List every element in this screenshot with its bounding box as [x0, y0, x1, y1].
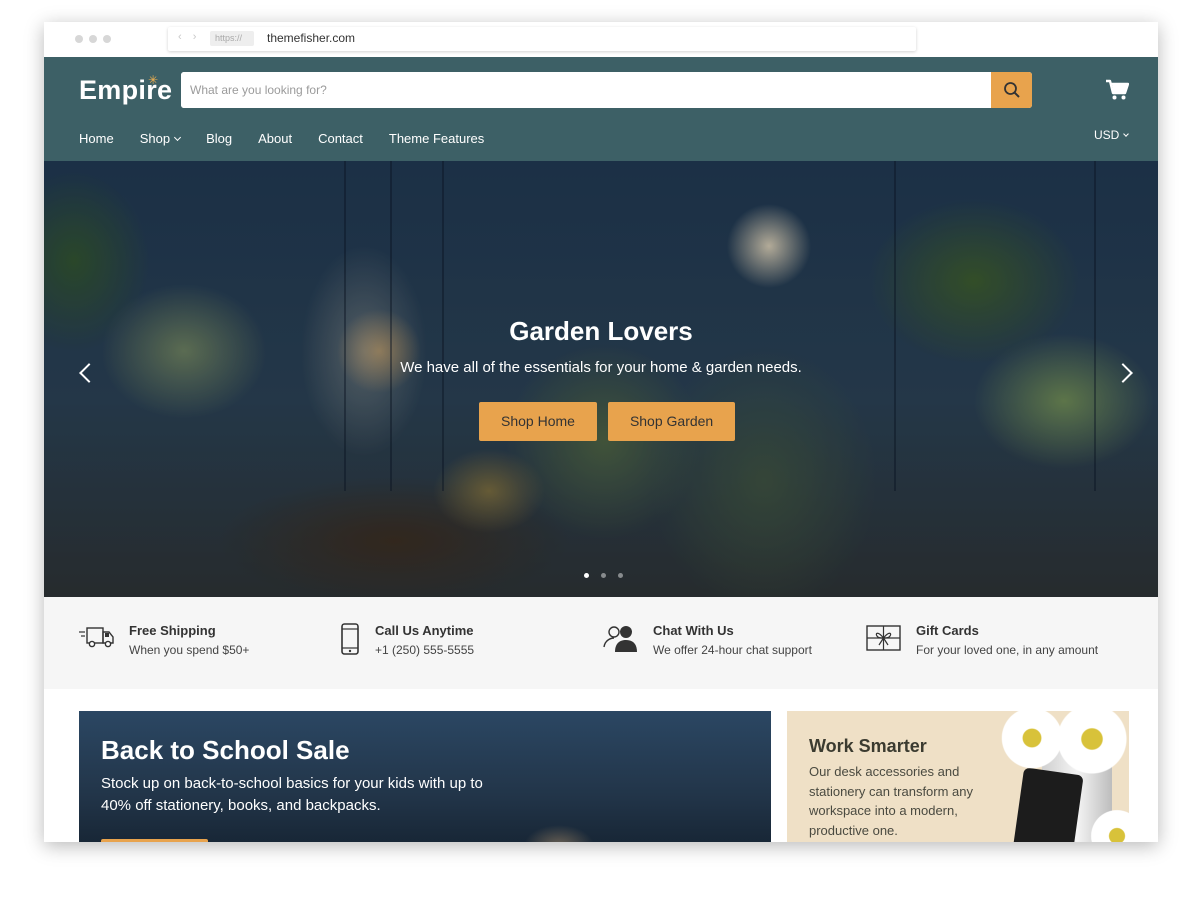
nav-theme-features[interactable]: Theme Features — [389, 131, 484, 146]
nav-blog[interactable]: Blog — [206, 131, 232, 146]
chevron-down-icon — [174, 133, 182, 141]
hero-buttons: Shop Home Shop Garden — [479, 402, 736, 441]
phone-image — [1010, 767, 1084, 842]
feature-gift-cards: Gift Cards For your loved one, in any am… — [866, 623, 1098, 663]
feature-title: Free Shipping — [129, 623, 216, 638]
nav-shop-label: Shop — [139, 131, 171, 146]
feature-call-us: Call Us Anytime +1 (250) 555-5555 — [340, 623, 474, 663]
promo-text: Our desk accessories and stationery can … — [809, 764, 974, 838]
feature-title: Chat With Us — [653, 623, 734, 638]
site-logo[interactable]: Empire — [79, 75, 172, 106]
promo-back-to-school[interactable]: Back to School Sale Stock up on back-to-… — [79, 711, 771, 842]
gift-icon — [866, 623, 906, 663]
nav-shop[interactable]: Shop — [139, 131, 182, 146]
feature-subtitle: For your loved one, in any amount — [916, 643, 1099, 657]
feature-subtitle: We offer 24-hour chat support — [653, 643, 812, 657]
back-forward-icon[interactable]: ‹ › — [178, 31, 200, 43]
currency-selector[interactable]: USD — [1094, 128, 1130, 142]
slider-dot[interactable] — [601, 573, 606, 578]
feature-title: Call Us Anytime — [375, 623, 474, 638]
features-strip: Free Shipping When you spend $50+ Call U… — [44, 597, 1158, 689]
slider-pagination — [584, 573, 623, 578]
nav-about[interactable]: About — [258, 131, 292, 146]
search-input[interactable] — [181, 72, 991, 108]
url-host[interactable]: themefisher.com — [267, 31, 355, 45]
promo-shop-button[interactable] — [101, 839, 208, 842]
cart-button[interactable] — [1105, 79, 1130, 106]
shop-home-button[interactable]: Shop Home — [479, 402, 597, 441]
truck-icon — [79, 623, 119, 663]
chat-users-icon — [603, 623, 643, 663]
nav-home[interactable]: Home — [79, 131, 114, 146]
currency-label: USD — [1094, 128, 1120, 142]
slider-dot[interactable] — [618, 573, 623, 578]
main-nav: Home Shop Blog About Contact Theme Featu… — [79, 131, 510, 146]
feature-chat: Chat With Us We offer 24-hour chat suppo… — [603, 623, 812, 663]
hero-image-overlay — [44, 161, 1158, 597]
search-icon — [1003, 82, 1020, 98]
shop-garden-button[interactable]: Shop Garden — [607, 402, 736, 441]
promo-text: Stock up on back-to-school basics for yo… — [101, 775, 483, 814]
slider-dot[interactable] — [584, 573, 589, 578]
address-bar[interactable]: ‹ › https:// themefisher.com — [168, 27, 916, 51]
promo-title: Back to School Sale — [101, 735, 350, 765]
feature-subtitle: When you spend $50+ — [129, 643, 250, 657]
feature-title: Gift Cards — [916, 623, 979, 638]
feature-free-shipping: Free Shipping When you spend $50+ — [79, 623, 249, 663]
feature-subtitle: +1 (250) 555-5555 — [375, 643, 475, 657]
nav-contact[interactable]: Contact — [318, 131, 363, 146]
url-protocol: https:// — [210, 31, 254, 46]
maximize-window-dot[interactable] — [103, 35, 111, 43]
minimize-window-dot[interactable] — [89, 35, 97, 43]
window-controls — [75, 35, 111, 43]
phone-icon — [340, 623, 365, 663]
site-header: Empire ✳ Home Shop Blog About — [44, 57, 1158, 161]
hero-subtitle: We have all of the essentials for your h… — [400, 359, 802, 376]
hero-title: Garden Lovers — [509, 316, 693, 346]
browser-toolbar: ‹ › https:// themefisher.com — [44, 22, 1158, 57]
promo-title: Work Smarter — [809, 736, 927, 756]
search-bar — [181, 72, 1032, 108]
logo-spark-icon: ✳ — [148, 73, 159, 87]
browser-window: ‹ › https:// themefisher.com Empire ✳ Wh… — [44, 22, 1158, 842]
cart-icon — [1106, 79, 1130, 100]
promo-work-smarter[interactable]: Work Smarter Our desk accessories and st… — [787, 711, 1129, 842]
search-button[interactable] — [991, 72, 1032, 108]
close-window-dot[interactable] — [75, 35, 83, 43]
chevron-down-icon — [1123, 130, 1130, 137]
hero-slider: Garden Lovers We have all of the essenti… — [44, 161, 1158, 597]
